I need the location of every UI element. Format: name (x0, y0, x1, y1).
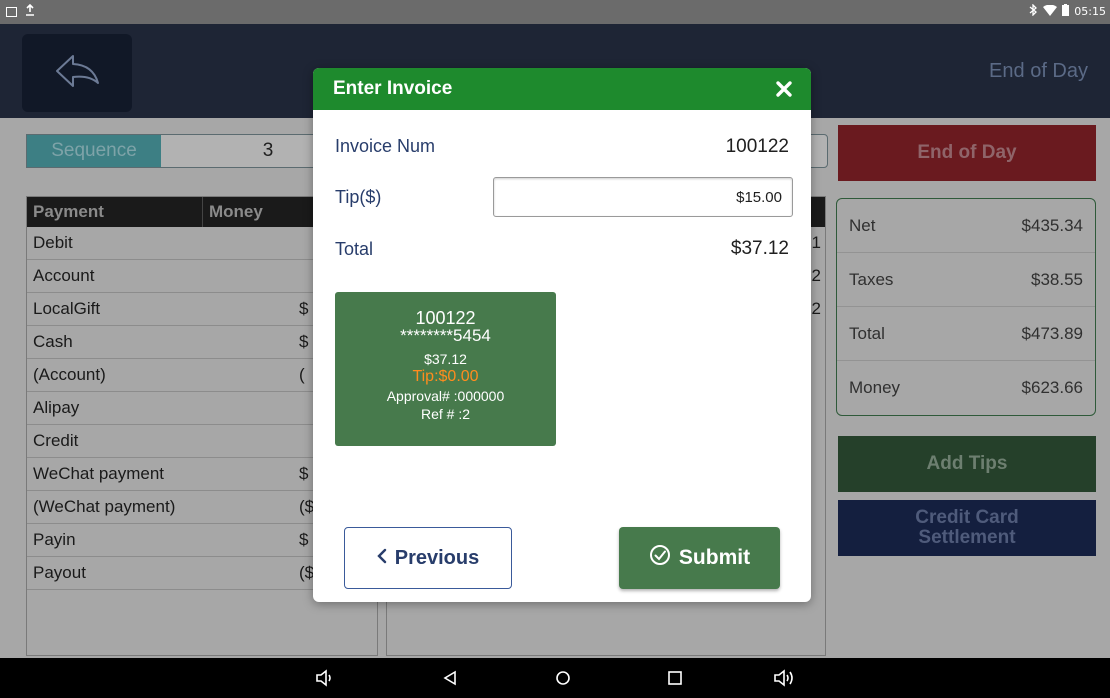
summary-value: $38.55 (1031, 269, 1083, 289)
bluetooth-icon (1029, 3, 1038, 19)
tip-label: Tip($) (335, 187, 382, 207)
row-value: 2 (811, 266, 821, 285)
column-header-payment: Payment (27, 197, 203, 227)
column-header-money: Money (209, 202, 263, 221)
payment-money: $ (299, 299, 309, 318)
credit-card-settlement-button[interactable]: Credit Card Settlement (838, 500, 1096, 556)
submit-button[interactable]: Submit (619, 527, 780, 589)
payment-name: Payout (33, 563, 86, 582)
payment-money: $ (299, 464, 309, 483)
check-circle-icon (649, 544, 671, 572)
transaction-card[interactable]: 100122 ********5454 $37.12 Tip:$0.00 App… (335, 292, 556, 446)
total-label: Total (335, 239, 374, 259)
row-value: 1 (811, 233, 821, 252)
add-tips-button[interactable]: Add Tips (838, 436, 1096, 492)
volume-up-icon[interactable] (773, 666, 797, 690)
wifi-icon (1043, 4, 1058, 19)
submit-label: Submit (678, 546, 751, 569)
summary-label: Net (849, 215, 876, 235)
settlement-label-line2: Settlement (918, 527, 1016, 548)
card-approval: Approval# :000000 (386, 388, 505, 404)
previous-button[interactable]: Previous (344, 527, 512, 589)
summary-row-money: Money $623.66 (837, 361, 1095, 415)
card-tip: Tip:$0.00 (412, 368, 479, 385)
summary-row-net: Net $435.34 (837, 199, 1095, 253)
dialog-header: Enter Invoice (313, 68, 811, 110)
payment-money: ( (299, 365, 305, 384)
recents-icon[interactable] (663, 666, 687, 690)
summary-row-taxes: Taxes $38.55 (837, 253, 1095, 307)
payment-name: Account (33, 266, 95, 285)
invoice-num-label: Invoice Num (335, 136, 436, 156)
battery-icon (1062, 4, 1070, 19)
total-value: $37.12 (730, 238, 789, 259)
status-time: 05:15 (1074, 5, 1106, 18)
summary-row-total: Total $473.89 (837, 307, 1095, 361)
summary-panel: Net $435.34 Taxes $38.55 Total $473.89 Mone… (836, 198, 1096, 416)
payment-money: ($ (299, 563, 315, 582)
card-number: ********5454 (400, 326, 491, 345)
chevron-left-icon (377, 547, 387, 570)
enter-invoice-dialog: Enter Invoice Invoice Num 100122 Tip($) … (313, 68, 811, 602)
sequence-label: Sequence (27, 135, 161, 167)
row-value: 2 (811, 299, 821, 318)
card-invoice: 100122 (415, 308, 476, 328)
payment-name: Payin (33, 530, 76, 549)
payment-name: Debit (33, 233, 73, 252)
sequence-value: 3 (262, 140, 274, 161)
previous-label: Previous (394, 546, 480, 569)
home-icon[interactable] (551, 666, 575, 690)
summary-label: Money (849, 378, 901, 397)
payment-money: $ (299, 332, 309, 351)
upload-icon (25, 3, 35, 19)
back-button[interactable] (22, 34, 132, 112)
end-of-day-button[interactable]: End of Day (838, 125, 1096, 181)
payment-name: (WeChat payment) (33, 497, 176, 516)
payment-name: Credit (33, 431, 79, 450)
settlement-label-line1: Credit Card (915, 507, 1019, 528)
tip-input[interactable] (493, 177, 793, 217)
summary-value: $473.89 (1021, 323, 1083, 343)
back-arrow-icon (53, 53, 101, 94)
card-ref: Ref # :2 (420, 406, 471, 422)
close-icon[interactable] (773, 78, 795, 100)
invoice-num-value: 100122 (725, 136, 789, 157)
payment-money: ($ (299, 497, 315, 516)
navigation-bar (0, 658, 1110, 698)
page-title: End of Day (989, 60, 1088, 82)
payment-name: LocalGift (33, 299, 101, 318)
payment-name: Alipay (33, 398, 80, 417)
status-bar: 05:15 (0, 0, 1110, 24)
summary-value: $623.66 (1021, 378, 1083, 397)
payment-name: (Account) (33, 365, 106, 384)
sequence-field: Sequence 3 (26, 134, 316, 168)
image-icon (6, 6, 17, 17)
payment-name: Cash (33, 332, 73, 351)
payment-money: $ (299, 530, 309, 549)
card-amount: $37.12 (424, 351, 467, 367)
back-nav-icon[interactable] (438, 666, 462, 690)
summary-label: Total (849, 323, 885, 343)
dialog-title: Enter Invoice (333, 78, 453, 99)
volume-down-icon[interactable] (313, 666, 337, 690)
summary-label: Taxes (849, 269, 894, 289)
summary-value: $435.34 (1021, 215, 1083, 235)
payment-name: WeChat payment (33, 464, 165, 483)
